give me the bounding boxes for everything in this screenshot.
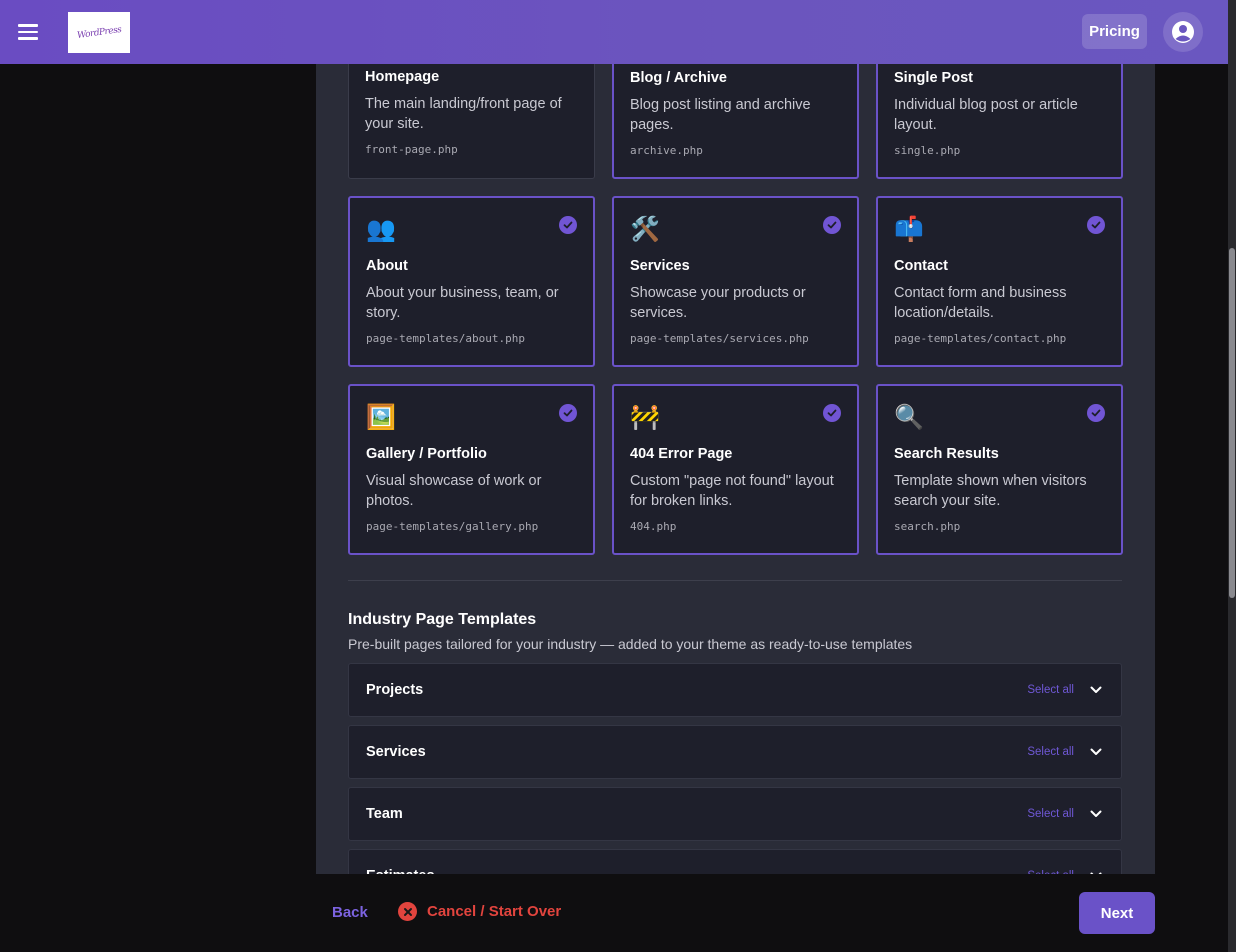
- industry-section-subtitle: Pre-built pages tailored for your indust…: [348, 636, 913, 652]
- logo-wordmark: WordPress: [76, 24, 122, 41]
- template-filename: search.php: [894, 520, 961, 533]
- wizard-footer: Back Cancel / Start Over Next: [316, 874, 1155, 952]
- template-description: Showcase your products or services.: [630, 285, 806, 321]
- cancel-start-over-button[interactable]: Cancel / Start Over: [398, 902, 561, 921]
- cancel-label: Cancel / Start Over: [427, 903, 562, 920]
- selected-check-icon: [1087, 216, 1105, 234]
- industry-group-label: Team: [366, 806, 403, 822]
- template-title: Single Post: [894, 70, 973, 86]
- template-title: Gallery / Portfolio: [366, 446, 487, 462]
- industry-group-accordion[interactable]: Services Select all: [348, 725, 1122, 779]
- page-template-card[interactable]: 🖼️ Gallery / Portfolio Visual showcase of …: [348, 384, 595, 555]
- pricing-button[interactable]: Pricing: [1082, 14, 1147, 49]
- select-all-link[interactable]: Select all: [1027, 746, 1074, 758]
- industry-group-label: Projects: [366, 682, 424, 698]
- account-icon[interactable]: [1163, 12, 1203, 52]
- template-description: About your business, team, or story.: [366, 285, 559, 321]
- section-divider: [348, 580, 1122, 581]
- page-template-card[interactable]: 👥 About About your business, team, or stor…: [348, 196, 595, 367]
- top-app-bar: WordPress Pricing: [0, 0, 1228, 64]
- chevron-down-icon[interactable]: [1088, 682, 1104, 698]
- template-description: Template shown when visitors search your…: [894, 473, 1087, 509]
- template-description: Individual blog post or article layout.: [894, 97, 1078, 133]
- template-title: Homepage: [365, 69, 440, 85]
- industry-group-accordion[interactable]: Team Select all: [348, 787, 1122, 841]
- next-button[interactable]: Next: [1079, 892, 1155, 934]
- page-template-card[interactable]: 📫 Contact Contact form and business locati…: [876, 196, 1123, 367]
- template-title: 404 Error Page: [630, 446, 733, 462]
- template-emoji-icon: 🛠️: [630, 216, 660, 243]
- template-description: Blog post listing and archive pages.: [630, 97, 811, 133]
- template-title: About: [366, 258, 408, 274]
- template-emoji-icon: 🖼️: [366, 404, 396, 431]
- selected-check-icon: [559, 404, 577, 422]
- template-description: Visual showcase of work or photos.: [366, 473, 542, 509]
- selected-check-icon: [823, 216, 841, 234]
- content-panel: Homepage The main landing/front page of y…: [316, 64, 1155, 874]
- industry-group-accordion[interactable]: Projects Select all: [348, 663, 1122, 717]
- template-filename: page-templates/services.php: [630, 332, 809, 345]
- template-emoji-icon: 🚧: [630, 404, 660, 431]
- page-template-card[interactable]: Blog / Archive Blog post listing and arch…: [612, 64, 859, 179]
- page-template-card[interactable]: Homepage The main landing/front page of y…: [348, 64, 595, 179]
- back-button[interactable]: Back: [332, 904, 368, 921]
- template-filename: 404.php: [630, 520, 677, 533]
- brand-logo[interactable]: WordPress: [68, 12, 130, 53]
- template-title: Blog / Archive: [630, 70, 727, 86]
- template-filename: page-templates/about.php: [366, 332, 525, 345]
- template-emoji-icon: 👥: [366, 216, 396, 243]
- selected-check-icon: [823, 404, 841, 422]
- template-filename: page-templates/contact.php: [894, 332, 1067, 345]
- select-all-link[interactable]: Select all: [1027, 808, 1074, 820]
- template-filename: single.php: [894, 144, 961, 157]
- cancel-x-icon: [398, 902, 417, 921]
- industry-group-label: Services: [366, 744, 426, 760]
- industry-group-accordion[interactable]: EstimatesSelect all: [348, 849, 1122, 874]
- template-filename: archive.php: [630, 144, 703, 157]
- industry-section-title: Industry Page Templates: [348, 611, 537, 628]
- page-template-card[interactable]: Single Post Individual blog post or artic…: [876, 64, 1123, 179]
- selected-check-icon: [1087, 404, 1105, 422]
- template-emoji-icon: 📫: [894, 216, 924, 243]
- chevron-down-icon[interactable]: [1088, 744, 1104, 760]
- template-title: Contact: [894, 258, 948, 274]
- template-emoji-icon: 🔍: [894, 404, 924, 431]
- hamburger-menu-icon[interactable]: [18, 20, 46, 44]
- select-all-link[interactable]: Select all: [1027, 684, 1074, 696]
- chevron-down-icon[interactable]: [1088, 806, 1104, 822]
- page-scrollbar[interactable]: [1228, 0, 1236, 952]
- page-template-card[interactable]: 🛠️ Services Showcase your products or serv…: [612, 196, 859, 367]
- template-description: Contact form and business location/detai…: [894, 285, 1067, 321]
- selected-check-icon: [559, 216, 577, 234]
- template-description: Custom "page not found" layout for broke…: [630, 473, 834, 509]
- template-title: Services: [630, 258, 690, 274]
- template-title: Search Results: [894, 446, 999, 462]
- page-template-card[interactable]: 🔍 Search Results Template shown when visit…: [876, 384, 1123, 555]
- template-filename: page-templates/gallery.php: [366, 520, 539, 533]
- scrollbar-thumb[interactable]: [1229, 248, 1235, 598]
- template-description: The main landing/front page of your site…: [365, 96, 562, 132]
- page-template-card[interactable]: 🚧 404 Error Page Custom "page not found" l…: [612, 384, 859, 555]
- template-filename: front-page.php: [365, 143, 458, 156]
